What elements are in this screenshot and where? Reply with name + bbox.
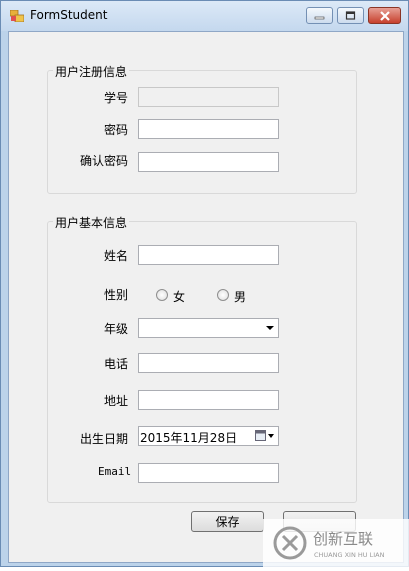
birthdate-label: 出生日期 (80, 432, 129, 446)
calendar-dropdown-icon[interactable] (255, 430, 275, 442)
watermark-graphic: 创新互联 CHUANG XIN HU LIAN (263, 519, 409, 568)
gender-label: 性别 (104, 288, 129, 302)
title-bar[interactable]: FormStudent (1, 1, 408, 31)
phone-field[interactable] (138, 353, 279, 373)
gender-male-radio[interactable] (217, 289, 229, 301)
form-client-area: 用户注册信息 学号 密码 确认密码 用户基本信息 姓名 性别 女 男 年级 电话… (8, 31, 404, 563)
register-info-legend: 用户注册信息 (53, 63, 130, 80)
close-button[interactable] (368, 7, 401, 24)
name-field[interactable] (138, 245, 279, 265)
maximize-icon (345, 11, 356, 20)
password-label: 密码 (104, 123, 129, 137)
birthdate-picker[interactable]: 2015年11月28日 (138, 426, 279, 446)
gender-male-label[interactable]: 男 (234, 288, 246, 305)
name-label: 姓名 (104, 249, 129, 263)
address-label: 地址 (104, 394, 129, 408)
window-title: FormStudent (30, 8, 108, 22)
gender-female-label[interactable]: 女 (173, 288, 185, 305)
watermark-sub: CHUANG XIN HU LIAN (314, 551, 385, 559)
save-button[interactable]: 保存 (191, 511, 264, 532)
minimize-icon (314, 16, 325, 20)
birthdate-value: 2015年11月28日 (140, 431, 238, 445)
chevron-down-icon[interactable] (266, 326, 274, 330)
email-field[interactable] (138, 463, 279, 483)
minimize-button[interactable] (306, 7, 333, 24)
confirm-password-field[interactable] (138, 152, 279, 172)
grade-label: 年级 (104, 322, 129, 336)
form-student-window: FormStudent 用户注册信息 学号 密码 确认密码 用户基本信息 姓名 … (0, 0, 409, 568)
app-icon (10, 10, 24, 22)
password-field[interactable] (138, 119, 279, 139)
maximize-button[interactable] (337, 7, 364, 24)
gender-female-radio[interactable] (156, 289, 168, 301)
student-id-field[interactable] (138, 87, 279, 107)
phone-label: 电话 (104, 357, 129, 371)
grade-combobox[interactable] (138, 318, 279, 338)
email-label: Email (98, 465, 132, 478)
student-id-label: 学号 (104, 91, 129, 105)
confirm-password-label: 确认密码 (80, 154, 129, 168)
basic-info-legend: 用户基本信息 (53, 214, 130, 231)
watermark-logo: 创新互联 CHUANG XIN HU LIAN (263, 519, 409, 568)
watermark-brand: 创新互联 (313, 530, 373, 548)
save-button-label: 保存 (215, 515, 240, 529)
address-field[interactable] (138, 390, 279, 410)
close-icon (379, 10, 390, 21)
